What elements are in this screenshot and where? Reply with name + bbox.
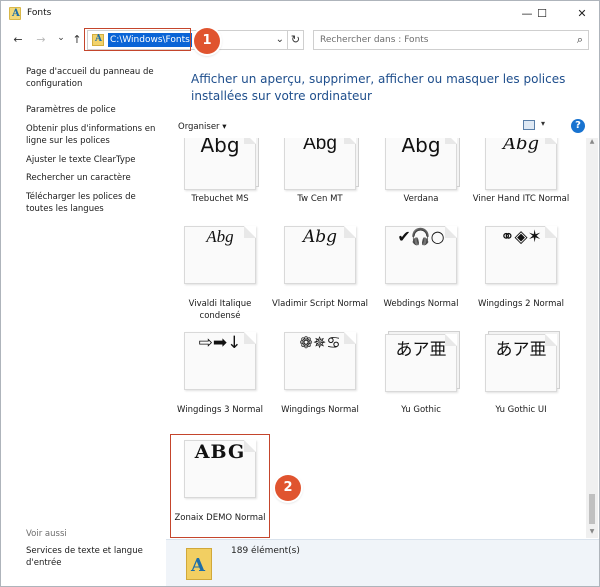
font-name: Yu Gothic bbox=[401, 405, 441, 415]
item-count: 189 élément(s) bbox=[231, 546, 300, 556]
vertical-scrollbar[interactable]: ▲ ▼ bbox=[586, 138, 598, 538]
close-button[interactable]: ✕ bbox=[567, 1, 597, 26]
font-tile-wingdings-3[interactable]: ⇨➡↓ Wingdings 3 Normal bbox=[170, 330, 270, 430]
see-also-heading: Voir aussi bbox=[26, 529, 67, 539]
scroll-thumb[interactable] bbox=[589, 494, 595, 524]
fonts-folder-icon: A bbox=[186, 548, 212, 580]
search-icon[interactable]: ⌕ bbox=[577, 33, 583, 47]
font-sample: Abg bbox=[200, 138, 240, 157]
link-download-fonts[interactable]: Télécharger les polices de toutes les la… bbox=[26, 191, 162, 215]
refresh-button[interactable]: ↻ bbox=[288, 30, 304, 50]
font-name: Vladimir Script Normal bbox=[271, 299, 369, 309]
details-pane: A 189 élément(s) bbox=[166, 539, 599, 586]
font-sample: Abg bbox=[502, 138, 540, 154]
forward-arrow-icon[interactable]: → bbox=[34, 33, 48, 47]
font-name: Vivaldi Italique condensé bbox=[188, 299, 252, 321]
view-options-icon[interactable] bbox=[523, 120, 535, 130]
page-heading: Afficher un aperçu, supprimer, afficher … bbox=[191, 72, 566, 103]
address-dropdown-icon[interactable]: ⌄ bbox=[276, 34, 284, 45]
annotation-badge-2: 2 bbox=[275, 475, 301, 501]
font-preview: ❁✵♋ bbox=[284, 332, 356, 390]
annotation-highlight-zonaix bbox=[170, 434, 270, 538]
font-tile-verdana[interactable]: Abg Verdana bbox=[371, 138, 471, 218]
link-more-info-online[interactable]: Obtenir plus d'informations en ligne sur… bbox=[26, 123, 162, 147]
window-title: Fonts bbox=[27, 8, 52, 18]
font-sample: あア亜 bbox=[395, 340, 447, 360]
font-preview: Abg bbox=[485, 138, 557, 190]
font-name: Trebuchet MS bbox=[191, 194, 249, 204]
search-input[interactable]: Rechercher dans : Fonts bbox=[320, 35, 429, 45]
font-name: Tw Cen MT bbox=[297, 194, 343, 204]
title-bar: A Fonts — ☐ ✕ bbox=[1, 1, 599, 26]
font-name: Wingdings 2 Normal bbox=[478, 299, 564, 309]
font-preview: ⚭◈✶ bbox=[485, 226, 557, 284]
font-preview: あア亜 bbox=[385, 334, 457, 392]
help-icon[interactable]: ? bbox=[571, 119, 585, 133]
font-preview: Abg bbox=[284, 138, 356, 190]
font-tile-yu-gothic[interactable]: あア亜 Yu Gothic bbox=[371, 330, 471, 430]
font-preview: Abg bbox=[184, 138, 256, 190]
font-preview: Abg bbox=[284, 226, 356, 284]
recent-locations-chevron-icon[interactable]: ⌄ bbox=[54, 31, 68, 45]
back-arrow-icon[interactable]: ← bbox=[11, 33, 25, 47]
font-tile-tw-cen[interactable]: Abg Tw Cen MT bbox=[270, 138, 370, 218]
font-preview: あア亜 bbox=[485, 334, 557, 392]
annotation-highlight-address bbox=[84, 28, 191, 51]
font-sample: ✔🎧○ bbox=[397, 227, 445, 246]
annotation-badge-1: 1 bbox=[194, 28, 220, 54]
font-sample: Abg bbox=[401, 138, 441, 157]
font-sample: Abg bbox=[302, 227, 338, 247]
up-arrow-icon[interactable]: ↑ bbox=[70, 33, 84, 47]
explorer-window: A Fonts — ☐ ✕ ← → ⌄ ↑ A C:\Windows\Fonts… bbox=[0, 0, 600, 587]
font-tile-yu-gothic-ui[interactable]: あア亜 Yu Gothic UI bbox=[471, 330, 571, 430]
font-sample: Abg bbox=[206, 227, 234, 246]
link-find-character[interactable]: Rechercher un caractère bbox=[26, 172, 162, 184]
link-text-services[interactable]: Services de texte et langue d'entrée bbox=[26, 545, 162, 569]
font-sample: ⚭◈✶ bbox=[500, 227, 542, 247]
left-task-pane: Page d'accueil du panneau de configurati… bbox=[1, 56, 166, 586]
scroll-up-icon[interactable]: ▲ bbox=[586, 138, 598, 148]
font-sample: Abg bbox=[303, 138, 337, 154]
font-name: Webdings Normal bbox=[383, 299, 459, 309]
search-box[interactable]: Rechercher dans : Fonts ⌕ bbox=[313, 30, 589, 50]
font-tile-viner-hand[interactable]: Abg Viner Hand ITC Normal bbox=[471, 138, 571, 218]
link-control-panel-home[interactable]: Page d'accueil du panneau de configurati… bbox=[26, 66, 162, 90]
link-cleartype[interactable]: Ajuster le texte ClearType bbox=[26, 154, 162, 166]
font-name: Verdana bbox=[403, 194, 439, 204]
font-tile-trebuchet[interactable]: Abg Trebuchet MS bbox=[170, 138, 270, 218]
font-sample: ❁✵♋ bbox=[299, 333, 341, 352]
font-sample: ⇨➡↓ bbox=[198, 333, 242, 353]
font-sample: あア亜 bbox=[495, 340, 547, 360]
font-tile-wingdings[interactable]: ❁✵♋ Wingdings Normal bbox=[270, 330, 370, 430]
maximize-button[interactable]: ☐ bbox=[527, 1, 557, 26]
fonts-folder-icon: A bbox=[9, 7, 21, 20]
font-preview: ⇨➡↓ bbox=[184, 332, 256, 390]
font-name: Wingdings Normal bbox=[281, 405, 359, 415]
font-tile-wingdings-2[interactable]: ⚭◈✶ Wingdings 2 Normal bbox=[471, 224, 571, 324]
font-name: Wingdings 3 Normal bbox=[177, 405, 263, 415]
link-font-settings[interactable]: Paramètres de police bbox=[26, 104, 162, 116]
font-name: Yu Gothic UI bbox=[495, 405, 547, 415]
font-name: Viner Hand ITC Normal bbox=[472, 194, 570, 204]
organise-menu-button[interactable]: Organiser ▾ bbox=[178, 122, 227, 132]
scroll-down-icon[interactable]: ▼ bbox=[586, 528, 598, 538]
font-tile-vladimir[interactable]: Abg Vladimir Script Normal bbox=[270, 224, 370, 324]
font-tile-vivaldi[interactable]: Abg Vivaldi Italique condensé bbox=[170, 224, 270, 324]
font-preview: Abg bbox=[385, 138, 457, 190]
font-preview: ✔🎧○ bbox=[385, 226, 457, 284]
view-dropdown-icon[interactable]: ▾ bbox=[541, 119, 545, 128]
font-preview: Abg bbox=[184, 226, 256, 284]
command-bar: Organiser ▾ ▾ ? bbox=[166, 116, 599, 138]
font-tile-webdings[interactable]: ✔🎧○ Webdings Normal bbox=[371, 224, 471, 324]
